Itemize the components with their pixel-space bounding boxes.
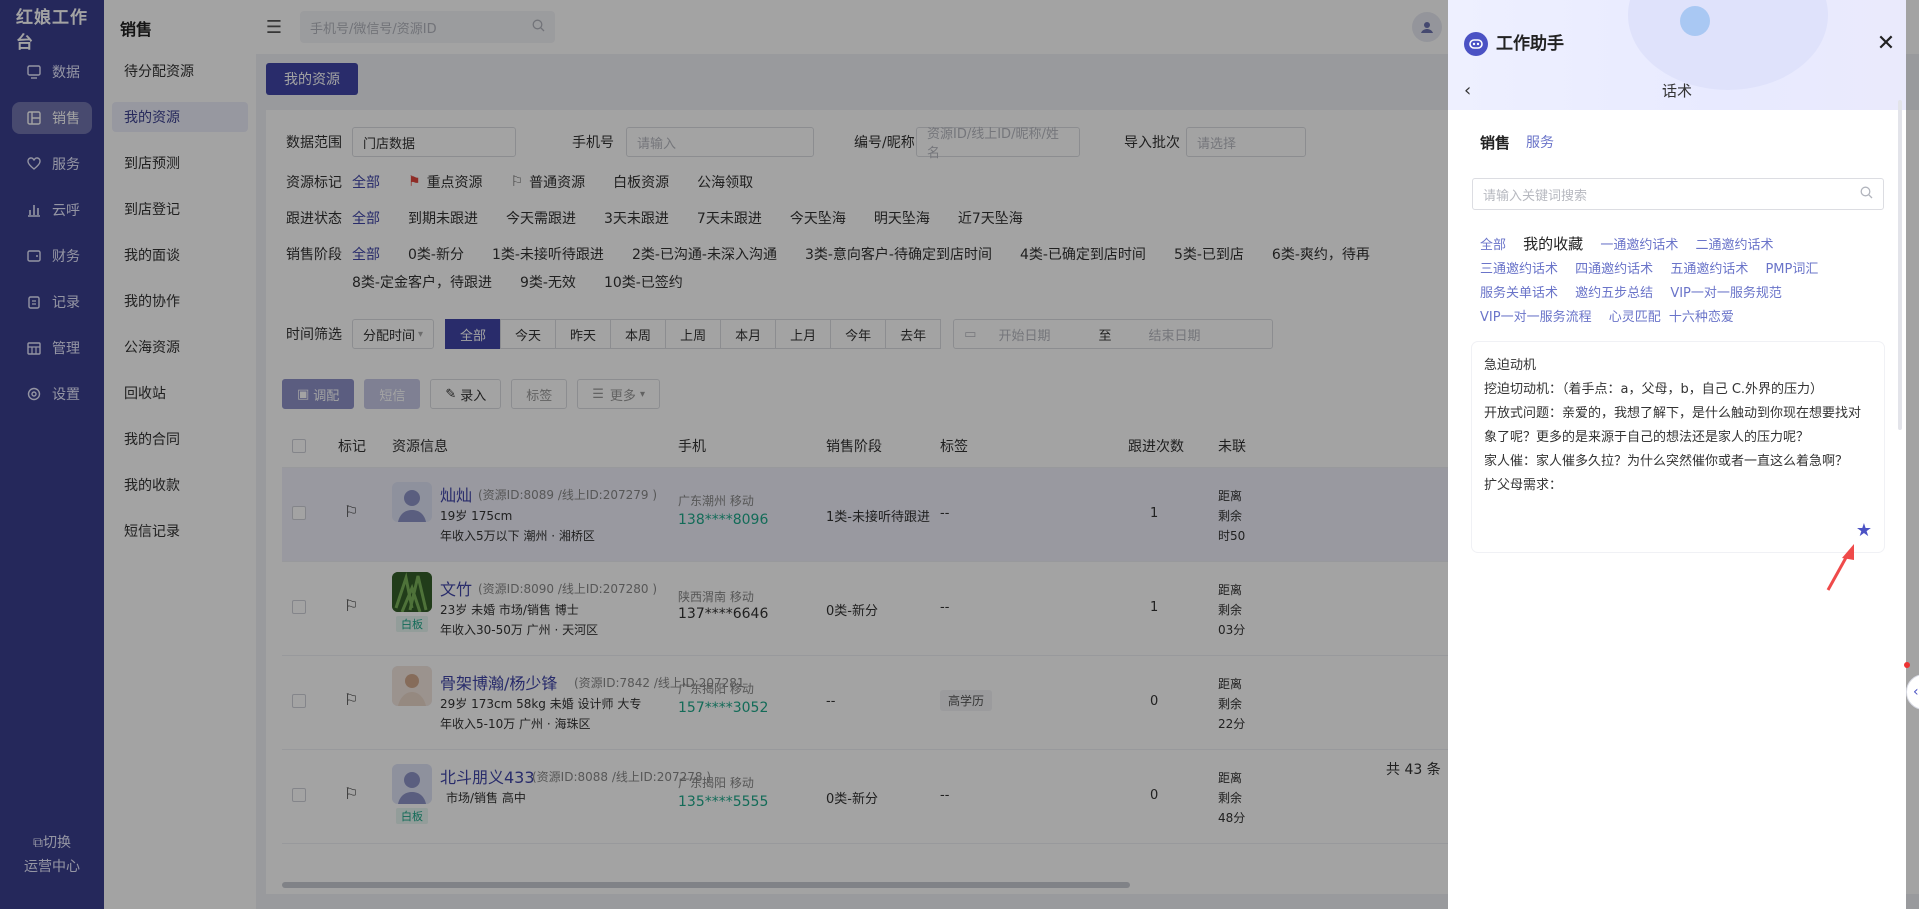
script-line: 扩父母需求： [1484, 478, 1563, 493]
category-item[interactable]: 十六种恋爱 [1669, 306, 1734, 330]
category-item[interactable]: 心灵匹配 [1609, 306, 1661, 330]
drawer-tabs: 销售 服务 [1480, 132, 1554, 153]
script-line: 急迫动机 [1484, 358, 1537, 373]
category-item[interactable]: 四通邀约话术 [1575, 258, 1653, 282]
category-item[interactable]: VIP一对一服务流程 [1480, 306, 1592, 330]
drawer-scrollbar[interactable] [1898, 100, 1902, 430]
tab-service[interactable]: 服务 [1526, 132, 1554, 153]
category-item[interactable]: 一通邀约话术 [1600, 234, 1678, 258]
header-decoration [1680, 6, 1710, 36]
drawer-header: 工作助手 ✕ 话术 ‹ [1448, 0, 1906, 110]
pointer-arrow-icon [1824, 540, 1858, 598]
assistant-icon [1464, 32, 1488, 56]
drawer-subtitle: 话术 [1661, 82, 1692, 100]
back-chevron-icon[interactable]: ‹ [1464, 80, 1471, 102]
category-item[interactable]: 全部 [1480, 234, 1506, 258]
notification-dot [1904, 662, 1910, 668]
work-assistant-drawer: 工作助手 ✕ 话术 ‹ 销售 服务 请输入关键词搜索 全部 我的收藏 一通邀约话… [1448, 0, 1906, 909]
script-card[interactable]: 急迫动机 挖迫切动机：（着手点：a，父母，b，自己 C.外界的压力） 开放式问题… [1472, 342, 1884, 552]
drawer-body: 销售 服务 请输入关键词搜索 全部 我的收藏 一通邀约话术 二通邀约话术 三通邀… [1448, 110, 1906, 909]
script-search-placeholder: 请输入关键词搜索 [1483, 188, 1588, 204]
category-item[interactable]: 五通邀约话术 [1670, 258, 1748, 282]
category-item[interactable]: PMP词汇 [1765, 258, 1818, 282]
search-icon [1860, 186, 1873, 203]
category-item[interactable]: 三通邀约话术 [1480, 258, 1558, 282]
drawer-title: 工作助手 [1496, 34, 1564, 54]
header-decoration [1628, 0, 1828, 90]
favorite-star-icon[interactable]: ★ [1856, 522, 1872, 540]
script-search-input[interactable]: 请输入关键词搜索 [1472, 178, 1884, 210]
category-item[interactable]: 二通邀约话术 [1695, 234, 1773, 258]
script-line: 挖迫切动机：（着手点：a，父母，b，自己 C.外界的压力） [1484, 382, 1824, 397]
close-icon[interactable]: ✕ [1874, 32, 1898, 56]
category-item[interactable]: 服务关单话术 [1480, 282, 1558, 306]
category-item[interactable]: VIP一对一服务规范 [1670, 282, 1782, 306]
script-line: 开放式问题：亲爱的，我想了解下，是什么触动到你现在想要找对象了呢？更多的是来源于… [1484, 406, 1862, 445]
category-item-active[interactable]: 我的收藏 [1523, 232, 1583, 256]
script-line: 家人催：家人催多久拉？为什么突然催你或者一直这么着急啊？ [1484, 454, 1849, 469]
category-item[interactable]: 邀约五步总结 [1575, 282, 1653, 306]
tab-sales[interactable]: 销售 [1480, 132, 1510, 153]
script-categories: 全部 我的收藏 一通邀约话术 二通邀约话术 三通邀约话术 四通邀约话术 五通邀约… [1480, 232, 1880, 330]
